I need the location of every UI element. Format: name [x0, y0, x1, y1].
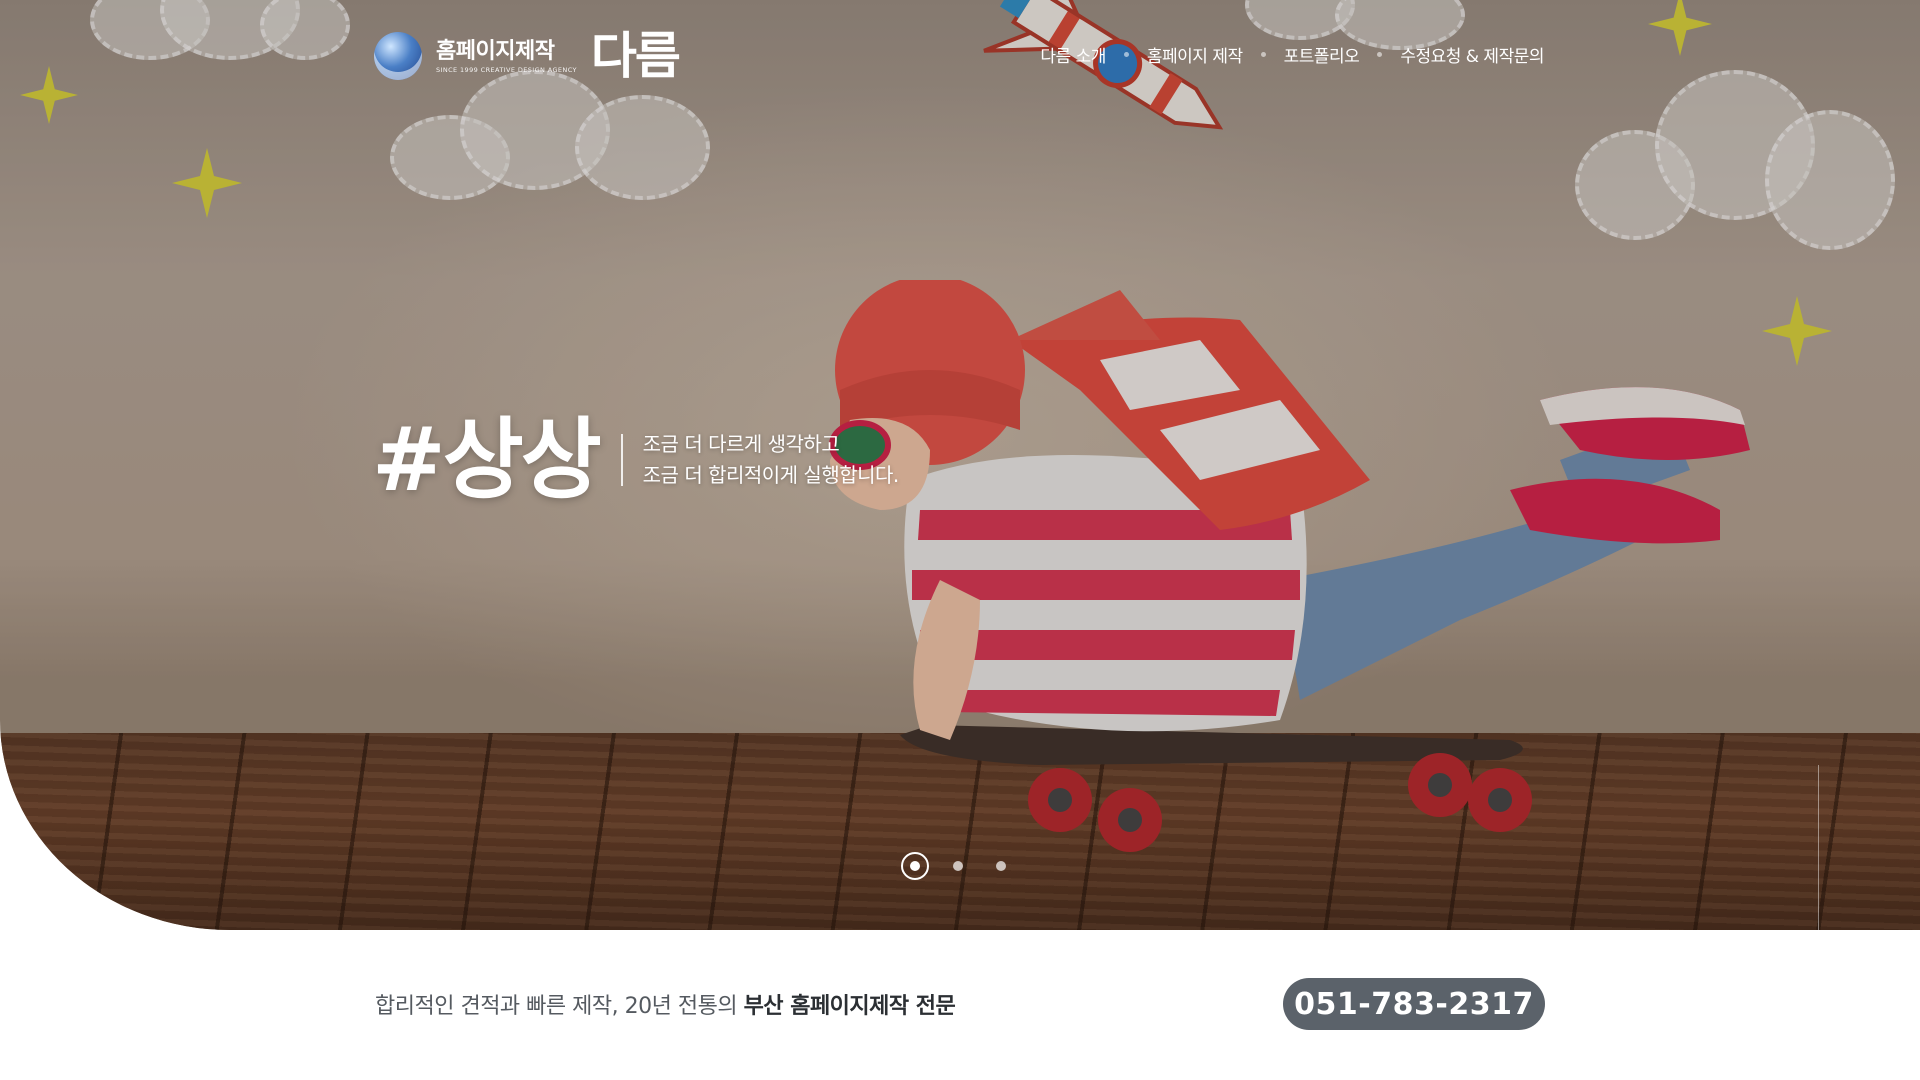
logo-sub-text: SINCE 1999 CREATIVE DESIGN AGENCY [436, 65, 577, 74]
nav-separator [1123, 52, 1129, 57]
company-tagline: 합리적인 견적과 빠른 제작, 20년 전통의 부산 홈페이지제작 전문 [375, 988, 956, 1020]
hero-dim-overlay [0, 0, 1920, 930]
slide-dot-2[interactable] [953, 861, 963, 871]
hero-description: 조금 더 다르게 생각하고 조금 더 합리적이게 실행합니다. [642, 429, 900, 491]
slogan-divider [620, 434, 623, 486]
main-nav: 다름 소개 홈페이지 제작 포트폴리오 수정요청 & 제작문의 [1040, 42, 1544, 67]
nav-item-about[interactable]: 다름 소개 [1040, 42, 1106, 67]
nav-separator [1260, 52, 1266, 57]
logo-main-text: 홈페이지제작 [436, 38, 555, 64]
scroll-indicator-line [1818, 765, 1819, 930]
site-header: 홈페이지제작 SINCE 1999 CREATIVE DESIGN AGENCY… [0, 0, 1920, 110]
slide-dot-1-active[interactable] [901, 852, 929, 880]
whale-logo-icon [374, 32, 422, 80]
slider-pagination [901, 852, 1039, 880]
hero-slider [0, 0, 1920, 930]
tagline-bold: 부산 홈페이지제작 전문 [743, 994, 956, 1019]
site-logo[interactable]: 홈페이지제작 SINCE 1999 CREATIVE DESIGN AGENCY… [374, 27, 681, 85]
hero-description-line2: 조금 더 합리적이게 실행합니다. [642, 463, 900, 487]
tagline-regular: 합리적인 견적과 빠른 제작, 20년 전통의 [375, 994, 744, 1019]
logo-text: 홈페이지제작 SINCE 1999 CREATIVE DESIGN AGENCY [436, 38, 577, 75]
phone-number-button[interactable]: 051-783-2317 [1283, 978, 1545, 1030]
slide-dot-3[interactable] [996, 861, 1006, 871]
nav-separator [1377, 52, 1383, 57]
nav-item-contact[interactable]: 수정요청 & 제작문의 [1400, 42, 1544, 67]
hero-slogan: #상상 조금 더 다르게 생각하고 조금 더 합리적이게 실행합니다. [372, 410, 899, 510]
logo-brand-text: 다름 [590, 27, 681, 85]
hero-hashtag: #상상 [372, 408, 602, 511]
hero-description-line1: 조금 더 다르게 생각하고 [642, 432, 840, 456]
nav-item-portfolio[interactable]: 포트폴리오 [1284, 42, 1360, 67]
nav-item-homepage[interactable]: 홈페이지 제작 [1147, 42, 1243, 67]
